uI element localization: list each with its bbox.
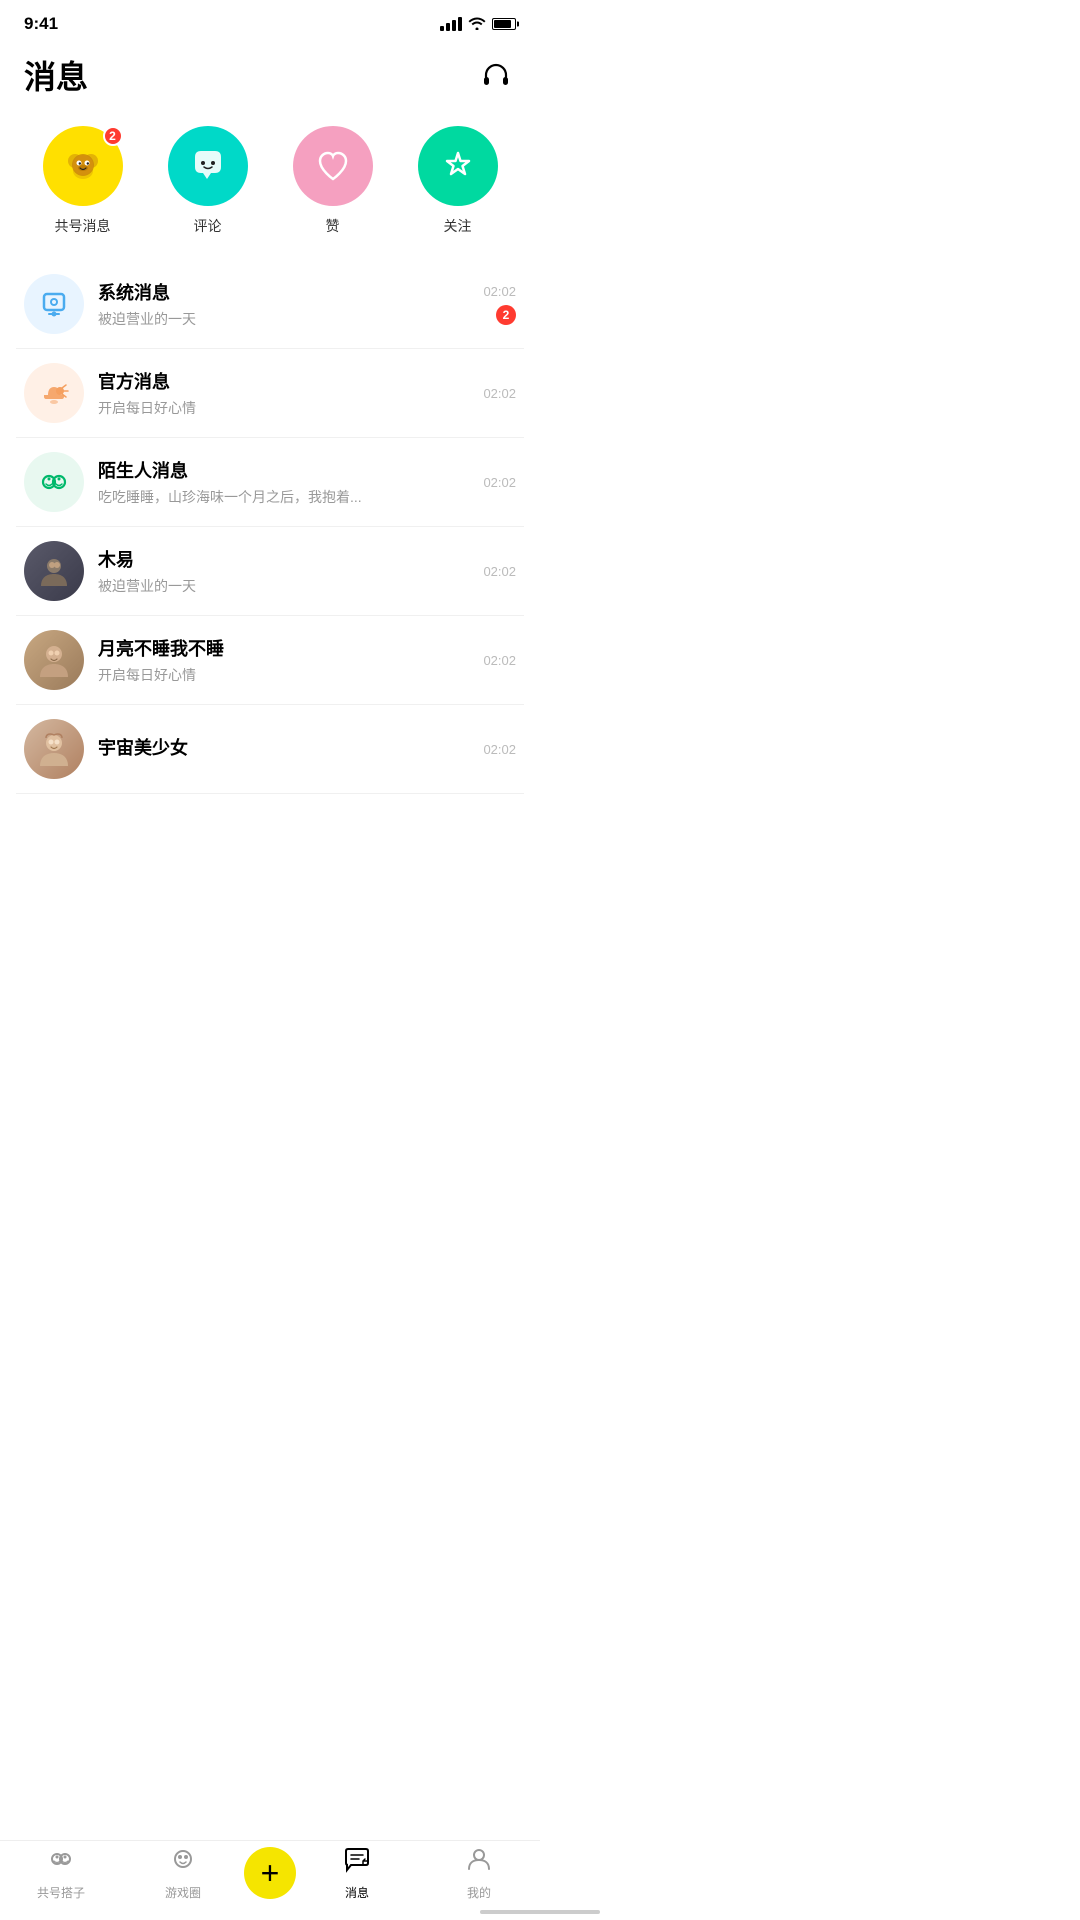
bottom-nav: 共号搭子 游戏圈 + 消息 bbox=[0, 1840, 540, 1920]
msg-content-system: 系统消息 被迫营业的一天 bbox=[98, 279, 483, 329]
page-title: 消息 bbox=[24, 52, 88, 98]
notif-comment-circle bbox=[168, 126, 248, 206]
notif-follow-circle bbox=[418, 126, 498, 206]
headphone-button[interactable] bbox=[476, 55, 516, 95]
msg-time-official: 02:02 bbox=[483, 386, 516, 401]
status-icons bbox=[440, 16, 516, 33]
battery-icon bbox=[492, 18, 516, 30]
msg-name-system: 系统消息 bbox=[98, 279, 483, 305]
nav-item-home[interactable]: 共号搭子 bbox=[0, 1845, 122, 1901]
nav-item-messages[interactable]: 消息 bbox=[296, 1845, 418, 1901]
message-item-universe[interactable]: 宇宙美少女 02:02 bbox=[16, 705, 524, 794]
notif-follow-item[interactable]: 关注 bbox=[418, 126, 498, 236]
wifi-icon bbox=[468, 16, 486, 33]
msg-content-stranger: 陌生人消息 吃吃睡睡，山珍海味一个月之后，我抱着... bbox=[98, 457, 483, 507]
signal-icon bbox=[440, 17, 462, 31]
msg-time-system: 02:02 bbox=[483, 284, 516, 299]
msg-meta-official: 02:02 bbox=[483, 386, 516, 401]
status-bar: 9:41 bbox=[0, 0, 540, 44]
msg-content-muyi: 木易 被迫营业的一天 bbox=[98, 546, 483, 596]
msg-meta-stranger: 02:02 bbox=[483, 475, 516, 490]
message-item-muyi[interactable]: 木易 被迫营业的一天 02:02 bbox=[16, 527, 524, 616]
msg-time-muyi: 02:02 bbox=[483, 564, 516, 579]
notif-like-item[interactable]: 赞 bbox=[293, 126, 373, 236]
avatar-system bbox=[24, 274, 84, 334]
msg-name-muyi: 木易 bbox=[98, 546, 483, 572]
home-indicator bbox=[480, 1910, 600, 1914]
notif-badge-shared: 2 bbox=[103, 126, 123, 146]
nav-icon-home bbox=[47, 1845, 75, 1880]
msg-preview-muyi: 被迫营业的一天 bbox=[98, 576, 483, 596]
msg-content-official: 官方消息 开启每日好心情 bbox=[98, 368, 483, 418]
notif-shared-label: 共号消息 bbox=[55, 216, 111, 236]
nav-item-games[interactable]: 游戏圈 bbox=[122, 1845, 244, 1901]
avatar-stranger bbox=[24, 452, 84, 512]
message-item-stranger[interactable]: 陌生人消息 吃吃睡睡，山珍海味一个月之后，我抱着... 02:02 bbox=[16, 438, 524, 527]
avatar-official bbox=[24, 363, 84, 423]
message-item-moon[interactable]: 月亮不睡我不睡 开启每日好心情 02:02 bbox=[16, 616, 524, 705]
msg-name-stranger: 陌生人消息 bbox=[98, 457, 483, 483]
nav-label-messages: 消息 bbox=[345, 1884, 369, 1901]
status-time: 9:41 bbox=[24, 14, 58, 34]
msg-badge-system: 2 bbox=[496, 305, 516, 325]
header: 消息 bbox=[0, 44, 540, 114]
msg-meta-moon: 02:02 bbox=[483, 653, 516, 668]
msg-name-moon: 月亮不睡我不睡 bbox=[98, 635, 483, 661]
nav-add-button[interactable]: + bbox=[244, 1847, 296, 1899]
message-item-system[interactable]: 系统消息 被迫营业的一天 02:02 2 bbox=[16, 260, 524, 349]
avatar-universe bbox=[24, 719, 84, 779]
nav-label-mine: 我的 bbox=[467, 1884, 491, 1901]
message-item-official[interactable]: 官方消息 开启每日好心情 02:02 bbox=[16, 349, 524, 438]
notification-icons-row: 2 共号消息 评论 赞 关注 bbox=[0, 114, 540, 260]
msg-preview-moon: 开启每日好心情 bbox=[98, 665, 483, 685]
msg-meta-muyi: 02:02 bbox=[483, 564, 516, 579]
avatar-moon bbox=[24, 630, 84, 690]
msg-content-moon: 月亮不睡我不睡 开启每日好心情 bbox=[98, 635, 483, 685]
notif-follow-label: 关注 bbox=[444, 216, 472, 236]
nav-icon-games bbox=[169, 1845, 197, 1880]
nav-label-games: 游戏圈 bbox=[165, 1884, 201, 1901]
msg-meta-system: 02:02 2 bbox=[483, 284, 516, 325]
msg-time-stranger: 02:02 bbox=[483, 475, 516, 490]
nav-add-icon: + bbox=[261, 1857, 280, 1889]
msg-preview-system: 被迫营业的一天 bbox=[98, 309, 483, 329]
msg-time-moon: 02:02 bbox=[483, 653, 516, 668]
nav-item-add[interactable]: + bbox=[244, 1847, 296, 1899]
nav-item-mine[interactable]: 我的 bbox=[418, 1845, 540, 1901]
message-list: 系统消息 被迫营业的一天 02:02 2 官方消息 开启每日好心情 02:02 bbox=[0, 260, 540, 794]
notif-comment-item[interactable]: 评论 bbox=[168, 126, 248, 236]
msg-preview-official: 开启每日好心情 bbox=[98, 398, 483, 418]
msg-name-official: 官方消息 bbox=[98, 368, 483, 394]
nav-label-home: 共号搭子 bbox=[37, 1884, 85, 1901]
nav-icon-messages bbox=[343, 1845, 371, 1880]
notif-comment-label: 评论 bbox=[194, 216, 222, 236]
msg-content-universe: 宇宙美少女 bbox=[98, 734, 483, 764]
notif-like-circle bbox=[293, 126, 373, 206]
notif-shared-item[interactable]: 2 共号消息 bbox=[43, 126, 123, 236]
notif-shared-circle: 2 bbox=[43, 126, 123, 206]
avatar-muyi bbox=[24, 541, 84, 601]
notif-like-label: 赞 bbox=[326, 216, 340, 236]
msg-name-universe: 宇宙美少女 bbox=[98, 734, 483, 760]
msg-meta-universe: 02:02 bbox=[483, 742, 516, 757]
msg-time-universe: 02:02 bbox=[483, 742, 516, 757]
msg-preview-stranger: 吃吃睡睡，山珍海味一个月之后，我抱着... bbox=[98, 487, 483, 507]
nav-icon-mine bbox=[465, 1845, 493, 1880]
